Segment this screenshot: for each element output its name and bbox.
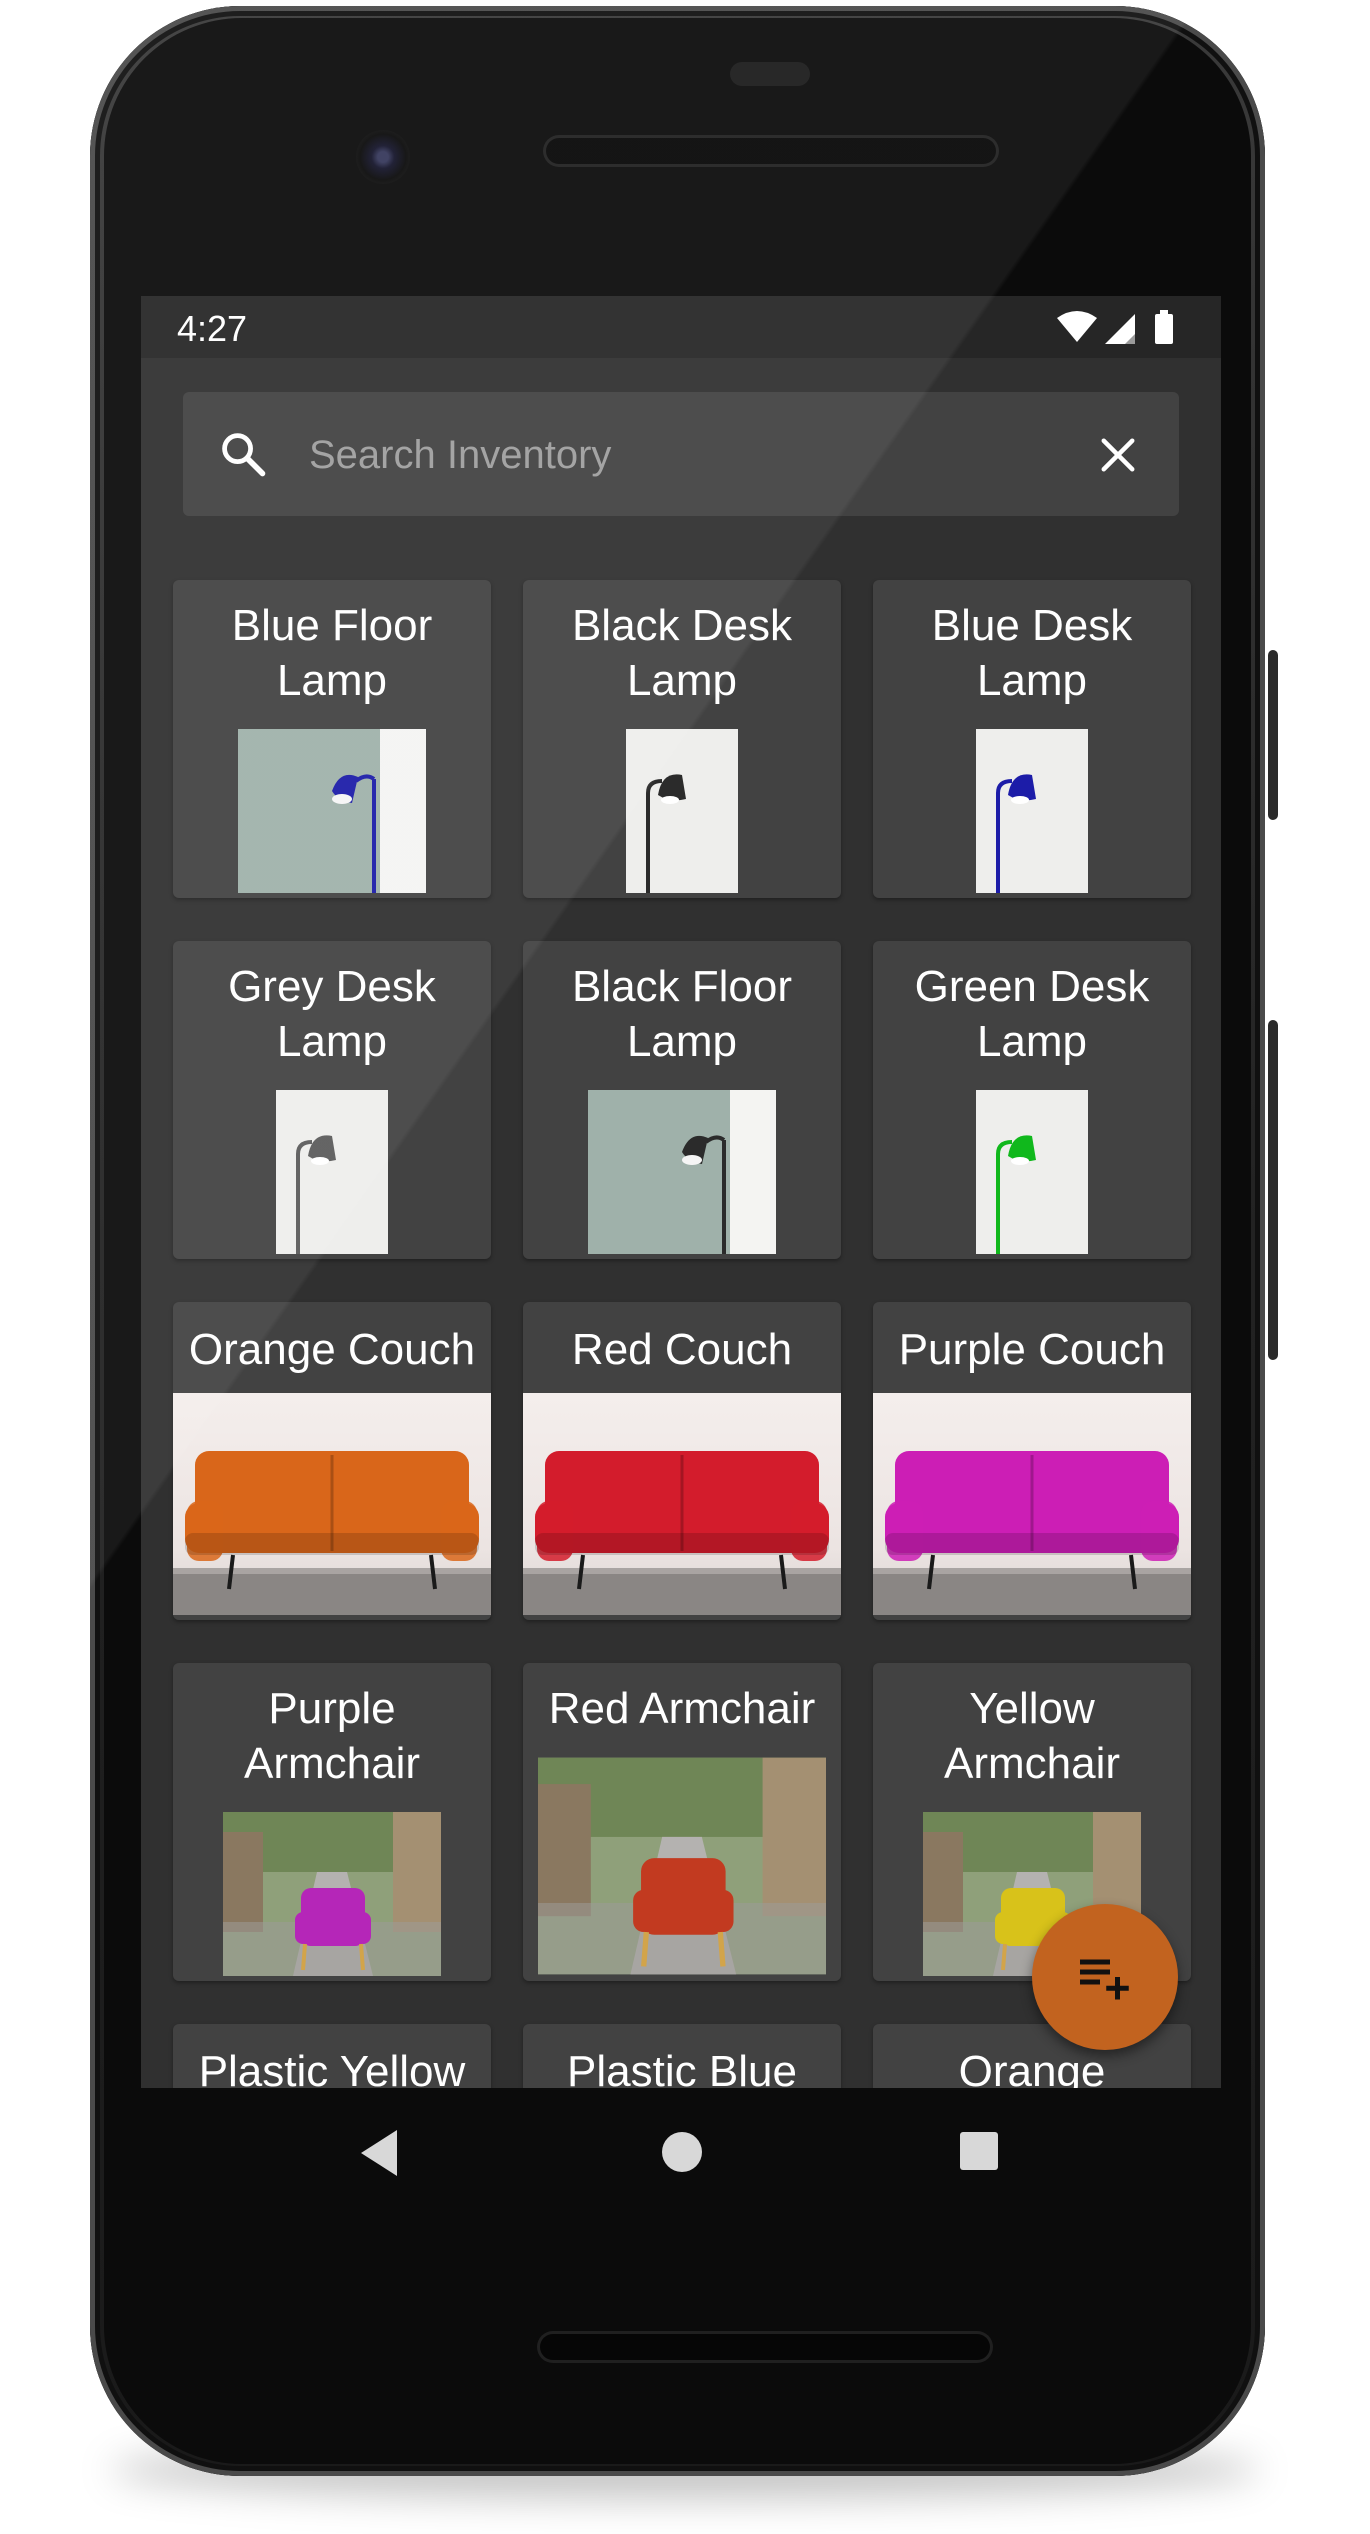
item-name: Black Floor Lamp <box>571 962 793 1066</box>
desk-lamp-image <box>626 729 738 898</box>
power-button <box>1268 650 1278 820</box>
earpiece-speaker <box>546 138 996 164</box>
desk-lamp-image <box>976 729 1088 898</box>
armchair-image <box>223 1812 441 1981</box>
inventory-card[interactable]: Red Armchair <box>523 1663 841 1981</box>
desk-lamp-image <box>976 1090 1088 1259</box>
status-icons <box>1055 310 1185 351</box>
status-time: 4:27 <box>177 308 248 349</box>
search-bar <box>183 392 1179 516</box>
search-icon <box>217 428 269 485</box>
wifi-icon <box>1057 311 1097 342</box>
couch-image <box>873 1393 1191 1620</box>
desk-lamp-image <box>276 1090 388 1259</box>
item-name: Plastic Yellow <box>198 2047 466 2088</box>
item-name: Purple Armchair <box>243 1684 421 1788</box>
couch-image <box>173 1393 491 1620</box>
inventory-card[interactable]: Grey Desk Lamp <box>173 941 491 1259</box>
item-name: Red Armchair <box>548 1684 816 1733</box>
inventory-card[interactable]: Blue Desk Lamp <box>873 580 1191 898</box>
status-bar: 4:27 <box>141 296 1221 358</box>
armchair-image <box>538 1756 826 1981</box>
app-screen: 4:27 Blue Floor Lamp <box>141 296 1221 2088</box>
item-name: Blue Floor Lamp <box>231 601 433 705</box>
proximity-sensor <box>730 62 810 86</box>
navigation-bar <box>141 2088 1221 2218</box>
volume-button <box>1268 1020 1278 1360</box>
close-icon[interactable] <box>1099 436 1137 479</box>
item-name: Red Couch <box>571 1325 793 1374</box>
inventory-card[interactable]: Blue Floor Lamp <box>173 580 491 898</box>
inventory-card[interactable]: Purple Couch <box>873 1302 1191 1620</box>
inventory-card[interactable]: Plastic Yellow <box>173 2024 491 2088</box>
inventory-card[interactable]: Purple Armchair <box>173 1663 491 1981</box>
couch-image <box>523 1393 841 1620</box>
battery-icon <box>1155 314 1173 344</box>
item-name: Grey Desk Lamp <box>228 962 436 1066</box>
item-name: Green Desk Lamp <box>914 962 1150 1066</box>
item-name: Plastic Blue <box>567 2047 797 2088</box>
item-name: Orange Couch <box>188 1325 476 1374</box>
home-icon[interactable] <box>660 2130 704 2179</box>
item-name: Yellow Armchair <box>943 1684 1121 1788</box>
inventory-card[interactable]: Red Couch <box>523 1302 841 1620</box>
item-name: Orange <box>958 2047 1106 2088</box>
back-icon[interactable] <box>357 2128 401 2183</box>
inventory-card[interactable]: Plastic Blue <box>523 2024 841 2088</box>
add-item-button[interactable] <box>1032 1904 1178 2050</box>
search-input[interactable] <box>307 424 1011 486</box>
item-name: Blue Desk Lamp <box>931 601 1133 705</box>
bottom-speaker <box>540 2334 990 2360</box>
inventory-card[interactable]: Orange Couch <box>173 1302 491 1620</box>
floor-lamp-image <box>238 729 426 898</box>
item-name: Black Desk Lamp <box>571 601 793 705</box>
inventory-card[interactable]: Black Desk Lamp <box>523 580 841 898</box>
floor-lamp-image <box>588 1090 776 1259</box>
item-name: Purple Couch <box>898 1325 1166 1374</box>
recents-icon[interactable] <box>959 2131 999 2176</box>
inventory-card[interactable]: Green Desk Lamp <box>873 941 1191 1259</box>
front-camera <box>356 130 410 184</box>
inventory-card[interactable]: Black Floor Lamp <box>523 941 841 1259</box>
playlist-add-icon <box>1080 1959 1129 2000</box>
